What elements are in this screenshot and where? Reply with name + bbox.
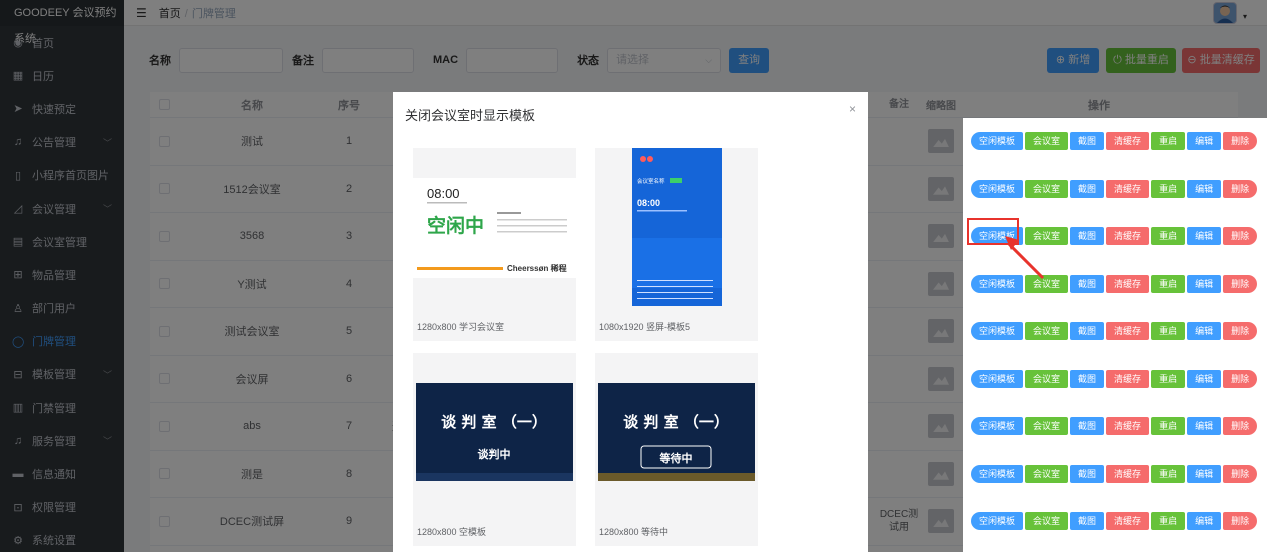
meeting-room-button[interactable]: 会议室	[1025, 512, 1069, 530]
ops-row: 空闲模板 会议室 截图 清缓存 重启 编辑 删除	[963, 369, 1267, 388]
delete-button[interactable]: 删除	[1223, 322, 1258, 340]
restart-button[interactable]: 重启	[1151, 369, 1186, 388]
delete-button[interactable]: 删除	[1223, 417, 1258, 435]
svg-text:等待中: 等待中	[659, 451, 693, 465]
restart-button[interactable]: 重启	[1151, 417, 1186, 435]
template-dialog: 关闭会议室时显示模板 × 08:00 空闲中 Cheerssøn 稀程 1280…	[393, 92, 868, 552]
idle-template-button[interactable]: 空闲模板	[971, 417, 1024, 435]
ops-column-highlight: 空闲模板 会议室 截图 清缓存 重启 编辑 删除 空闲模板 会议室 截图 清缓存 重启 编辑 删除 空闲模板…	[963, 118, 1267, 552]
edit-button[interactable]: 编辑	[1187, 417, 1222, 435]
clear-cache-button[interactable]: 清缓存	[1106, 417, 1150, 435]
restart-button[interactable]: 重启	[1151, 322, 1186, 340]
delete-button[interactable]: 删除	[1223, 512, 1258, 530]
svg-text:08:00: 08:00	[637, 198, 660, 208]
svg-text:谈 判 室 （一）: 谈 判 室 （一）	[441, 413, 547, 431]
edit-button[interactable]: 编辑	[1187, 179, 1222, 198]
idle-template-button[interactable]: 空闲模板	[971, 369, 1024, 388]
ops-row: 空闲模板 会议室 截图 清缓存 重启 编辑 删除	[963, 464, 1267, 483]
template-card-4[interactable]: 谈 判 室 （一） 等待中 1280x800 等待中	[595, 353, 758, 546]
meeting-room-button[interactable]: 会议室	[1025, 179, 1069, 198]
screenshot-button[interactable]: 截图	[1070, 274, 1105, 293]
idle-template-button[interactable]: 空闲模板	[971, 464, 1024, 483]
edit-button[interactable]: 编辑	[1187, 132, 1222, 150]
dialog-title: 关闭会议室时显示模板	[405, 108, 536, 123]
close-icon[interactable]: ×	[849, 102, 856, 116]
svg-text:会议室名称: 会议室名称	[637, 177, 665, 185]
clear-cache-button[interactable]: 清缓存	[1106, 274, 1150, 293]
clear-cache-button[interactable]: 清缓存	[1106, 369, 1150, 388]
delete-button[interactable]: 删除	[1223, 132, 1258, 150]
screenshot-button[interactable]: 截图	[1070, 322, 1105, 340]
clear-cache-button[interactable]: 清缓存	[1106, 227, 1150, 245]
template-caption-1: 1280x800 学习会议室	[417, 322, 505, 332]
template-card-1[interactable]: 08:00 空闲中 Cheerssøn 稀程 1280x800 学习会议室	[413, 148, 576, 341]
edit-button[interactable]: 编辑	[1187, 512, 1222, 530]
edit-button[interactable]: 编辑	[1187, 369, 1222, 388]
restart-button[interactable]: 重启	[1151, 464, 1186, 483]
delete-button[interactable]: 删除	[1223, 179, 1258, 198]
meeting-room-button[interactable]: 会议室	[1025, 369, 1069, 388]
screenshot-button[interactable]: 截图	[1070, 132, 1105, 150]
restart-button[interactable]: 重启	[1151, 274, 1186, 293]
meeting-room-button[interactable]: 会议室	[1025, 417, 1069, 435]
svg-text:谈 判 室 （一）: 谈 判 室 （一）	[623, 413, 729, 431]
meeting-room-button[interactable]: 会议室	[1025, 132, 1069, 150]
template-caption-4: 1280x800 等待中	[599, 527, 669, 537]
ops-row: 空闲模板 会议室 截图 清缓存 重启 编辑 删除	[963, 132, 1267, 150]
delete-button[interactable]: 删除	[1223, 227, 1258, 245]
meeting-room-button[interactable]: 会议室	[1025, 464, 1069, 483]
meeting-room-button[interactable]: 会议室	[1025, 322, 1069, 340]
template-preview-idle: 08:00 空闲中 Cheerssøn 稀程	[413, 178, 576, 278]
delete-button[interactable]: 删除	[1223, 464, 1258, 483]
restart-button[interactable]: 重启	[1151, 227, 1186, 245]
clear-cache-button[interactable]: 清缓存	[1106, 464, 1150, 483]
edit-button[interactable]: 编辑	[1187, 464, 1222, 483]
template-preview-blank: 谈 判 室 （一） 谈判中	[416, 383, 573, 481]
svg-text:谈判中: 谈判中	[478, 447, 511, 461]
restart-button[interactable]: 重启	[1151, 179, 1186, 198]
clear-cache-button[interactable]: 清缓存	[1106, 132, 1150, 150]
delete-button[interactable]: 删除	[1223, 274, 1258, 293]
clear-cache-button[interactable]: 清缓存	[1106, 322, 1150, 340]
edit-button[interactable]: 编辑	[1187, 227, 1222, 245]
template-preview-vertical: 会议室名称 08:00	[632, 148, 722, 306]
ops-row: 空闲模板 会议室 截图 清缓存 重启 编辑 删除	[963, 322, 1267, 340]
screenshot-button[interactable]: 截图	[1070, 179, 1105, 198]
idle-template-button[interactable]: 空闲模板	[971, 132, 1024, 150]
delete-button[interactable]: 删除	[1223, 369, 1258, 388]
clear-cache-button[interactable]: 清缓存	[1106, 512, 1150, 530]
screenshot-button[interactable]: 截图	[1070, 369, 1105, 388]
ops-row: 空闲模板 会议室 截图 清缓存 重启 编辑 删除	[963, 179, 1267, 198]
ops-row: 空闲模板 会议室 截图 清缓存 重启 编辑 删除	[963, 512, 1267, 530]
restart-button[interactable]: 重启	[1151, 512, 1186, 530]
restart-button[interactable]: 重启	[1151, 132, 1186, 150]
screenshot-button[interactable]: 截图	[1070, 512, 1105, 530]
template-preview-waiting: 谈 判 室 （一） 等待中	[598, 383, 755, 481]
screenshot-button[interactable]: 截图	[1070, 227, 1105, 245]
clear-cache-button[interactable]: 清缓存	[1106, 179, 1150, 198]
idle-template-button[interactable]: 空闲模板	[971, 322, 1024, 340]
idle-template-button[interactable]: 空闲模板	[971, 179, 1024, 198]
annotation-arrow	[1005, 236, 1045, 280]
edit-button[interactable]: 编辑	[1187, 322, 1222, 340]
template-card-3[interactable]: 谈 判 室 （一） 谈判中 1280x800 空模板	[413, 353, 576, 546]
svg-text:空闲中: 空闲中	[427, 214, 484, 237]
ops-row: 空闲模板 会议室 截图 清缓存 重启 编辑 删除	[963, 417, 1267, 435]
template-card-2[interactable]: 会议室名称 08:00 1080x1920 竖屏-模板5	[595, 148, 758, 341]
svg-text:Cheerssøn 稀程: Cheerssøn 稀程	[507, 263, 567, 273]
screenshot-button[interactable]: 截图	[1070, 464, 1105, 483]
idle-template-button[interactable]: 空闲模板	[971, 512, 1024, 530]
screenshot-button[interactable]: 截图	[1070, 417, 1105, 435]
edit-button[interactable]: 编辑	[1187, 274, 1222, 293]
template-caption-3: 1280x800 空模板	[417, 527, 487, 537]
template-caption-2: 1080x1920 竖屏-模板5	[599, 322, 691, 332]
svg-text:08:00: 08:00	[427, 186, 460, 201]
